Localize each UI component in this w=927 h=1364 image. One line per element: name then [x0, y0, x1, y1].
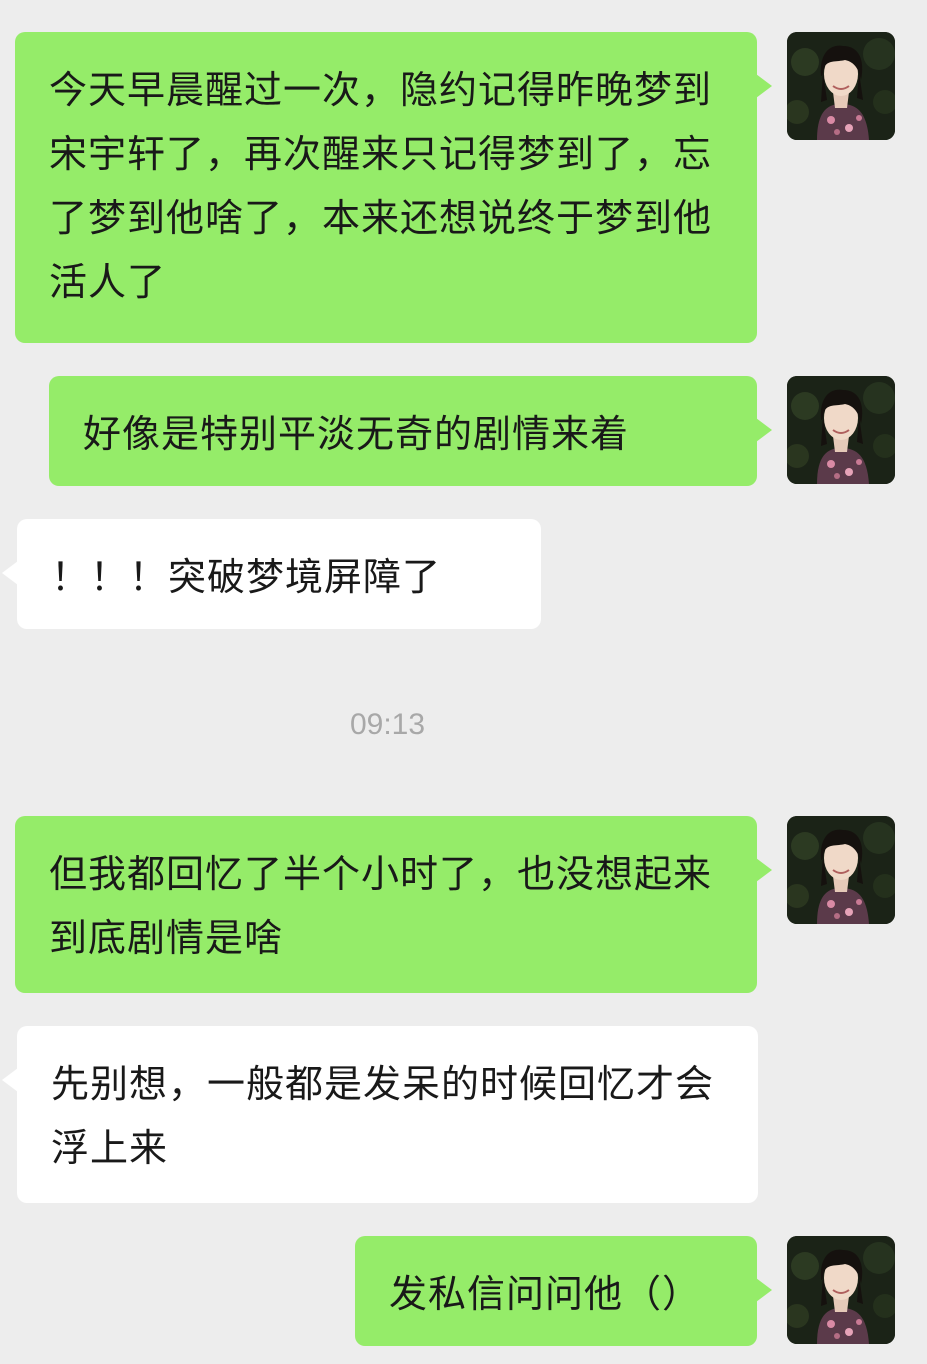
avatar-photo-icon — [787, 1236, 895, 1344]
message-text: 发私信问问他（） — [389, 1272, 702, 1316]
avatar[interactable] — [787, 816, 895, 924]
chat-thread: 今天早晨醒过一次，隐约记得昨晚梦到宋宇轩了，再次醒来只记得梦到了，忘了梦到他啥了… — [0, 0, 927, 1364]
avatar-photo-icon — [787, 376, 895, 484]
avatar[interactable] — [787, 376, 895, 484]
timestamp: 09:13 — [349, 708, 426, 741]
message-text: 但我都回忆了半个小时了，也没想起来到底剧情是啥 — [49, 852, 713, 960]
message-text: 好像是特别平淡无奇的剧情来着 — [83, 412, 630, 456]
message-text: 先别想，一般都是发呆的时候回忆才会浮上来 — [51, 1062, 715, 1170]
avatar[interactable] — [787, 1236, 895, 1344]
avatar[interactable] — [787, 32, 895, 140]
message-bubble-sent[interactable]: 好像是特别平淡无奇的剧情来着 — [49, 376, 772, 486]
message-text: 今天早晨醒过一次，隐约记得昨晚梦到宋宇轩了，再次醒来只记得梦到了，忘了梦到他啥了… — [49, 68, 713, 304]
message-text: ！！！突破梦境屏障了 — [51, 555, 442, 599]
avatar-photo-icon — [787, 816, 895, 924]
message-bubble-received[interactable]: ！！！突破梦境屏障了 — [2, 519, 541, 629]
message-bubble-sent[interactable]: 但我都回忆了半个小时了，也没想起来到底剧情是啥 — [15, 816, 772, 993]
message-bubble-received[interactable]: 先别想，一般都是发呆的时候回忆才会浮上来 — [2, 1026, 758, 1203]
avatar-photo-icon — [787, 32, 895, 140]
message-bubble-sent[interactable]: 今天早晨醒过一次，隐约记得昨晚梦到宋宇轩了，再次醒来只记得梦到了，忘了梦到他啥了… — [15, 32, 772, 343]
message-bubble-sent[interactable]: 发私信问问他（） — [355, 1236, 772, 1346]
